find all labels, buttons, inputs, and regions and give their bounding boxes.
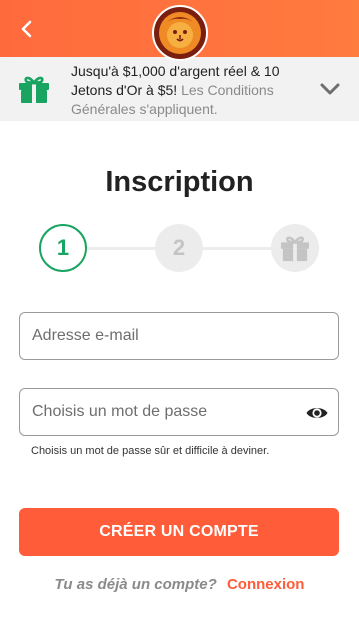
login-prompt: Tu as déjà un compte? Connexion	[0, 576, 359, 593]
password-field[interactable]	[19, 388, 339, 436]
promo-text: Jusqu'à $1,000 d'argent réel & 10 Jetons…	[71, 62, 311, 119]
eye-icon[interactable]	[305, 401, 329, 425]
step-3-indicator	[271, 224, 319, 272]
password-input[interactable]	[20, 389, 338, 435]
login-question: Tu as déjà un compte?	[54, 576, 217, 593]
back-button[interactable]	[12, 14, 42, 44]
chevron-down-icon[interactable]	[319, 81, 341, 97]
password-hint: Choisis un mot de passe sûr et difficile…	[31, 445, 270, 457]
email-input[interactable]	[20, 313, 338, 359]
page-title: Inscription	[105, 166, 254, 198]
step-connector	[203, 247, 271, 250]
gift-icon	[19, 76, 49, 103]
lion-logo-icon	[159, 12, 201, 54]
step-connector	[87, 247, 155, 250]
create-account-button[interactable]: CRÉER UN COMPTE	[19, 508, 339, 556]
brand-logo[interactable]	[152, 5, 208, 61]
promo-banner[interactable]: Jusqu'à $1,000 d'argent réel & 10 Jetons…	[0, 57, 359, 121]
login-link[interactable]: Connexion	[227, 576, 305, 593]
chevron-left-icon	[21, 20, 32, 38]
step-2-indicator: 2	[155, 224, 203, 272]
step-1-indicator: 1	[39, 224, 87, 272]
registration-stepper: 1 2	[0, 224, 359, 272]
gift-icon	[281, 236, 309, 262]
email-field[interactable]	[19, 312, 339, 360]
